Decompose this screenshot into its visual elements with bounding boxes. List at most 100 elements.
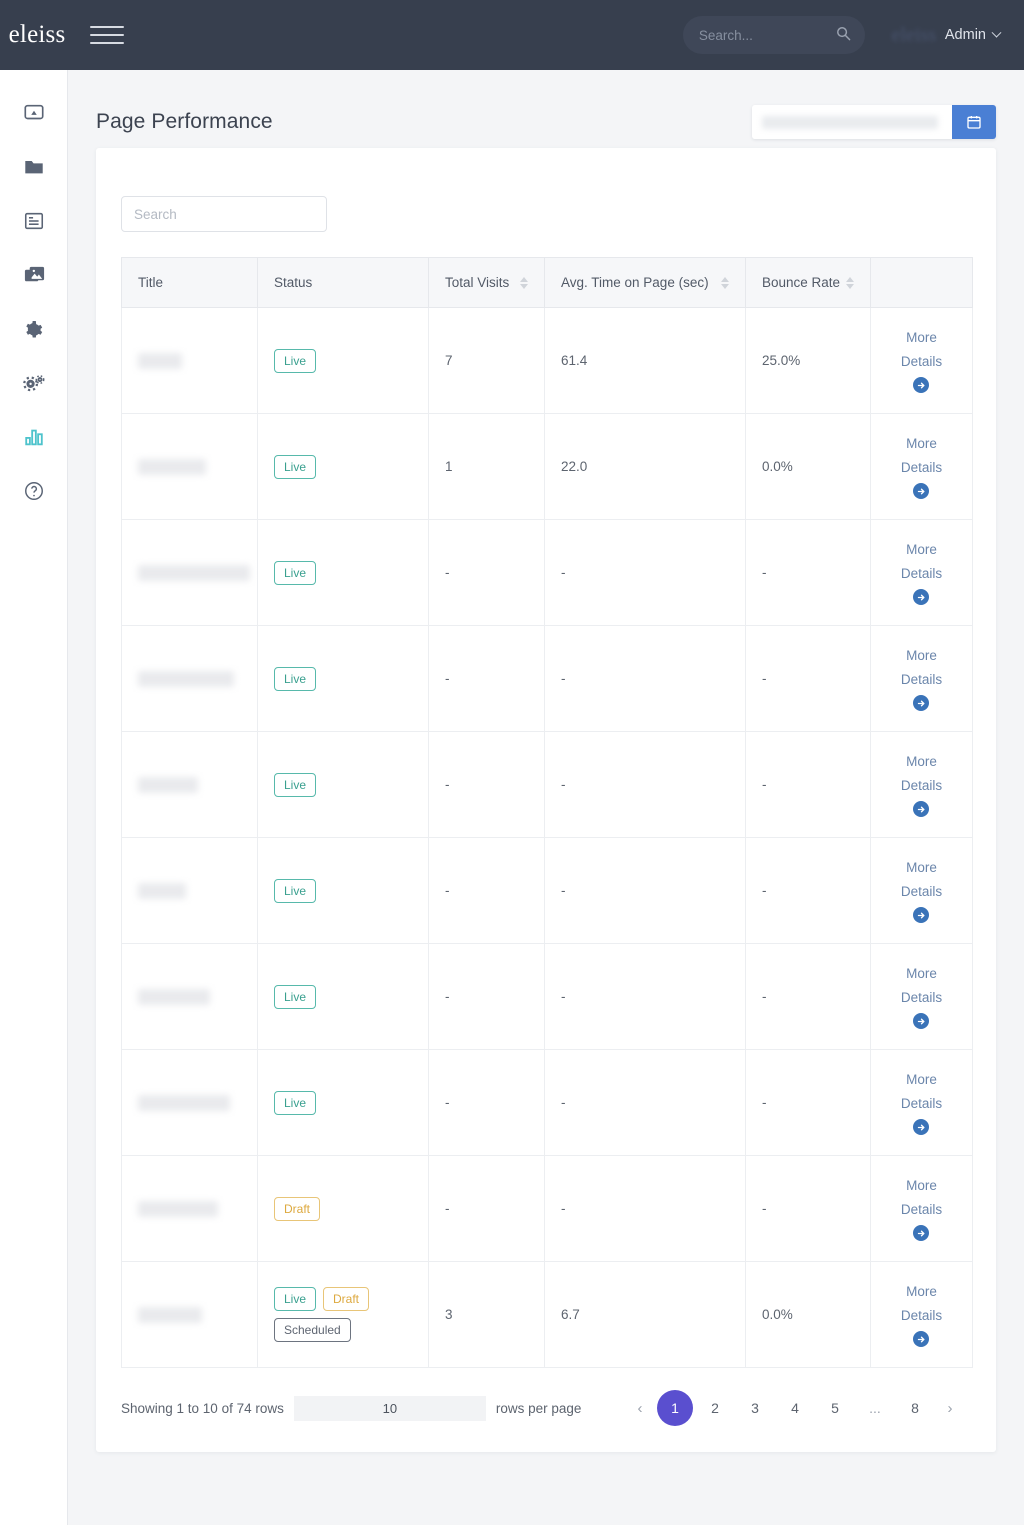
page-title: Page Performance — [96, 110, 273, 133]
main-content: Page Performance Search Title Status Tot… — [68, 70, 1024, 1525]
more-details-link[interactable]: More Details — [901, 1070, 942, 1136]
column-header-bounce-rate[interactable]: Bounce Rate — [745, 257, 871, 308]
more-details-link[interactable]: More Details — [901, 434, 942, 500]
more-details-link[interactable]: More Details — [901, 328, 942, 394]
more-details-link[interactable]: More Details — [901, 540, 942, 606]
sidebar-item-files[interactable] — [0, 140, 68, 194]
more-details-link[interactable]: More Details — [901, 964, 942, 1030]
cast-icon — [24, 104, 44, 120]
calendar-button[interactable] — [952, 105, 996, 139]
page-performance-table: Title Status Total Visits Avg. Time on P… — [121, 257, 973, 1368]
status-badge: Live — [274, 878, 317, 903]
cell-avg-time-on-page: 61.4 — [544, 307, 746, 414]
more-details-link[interactable]: More Details — [901, 752, 942, 818]
more-details-label: More — [906, 541, 937, 557]
cell-actions: More Details — [870, 519, 973, 626]
status-badge: Live — [274, 772, 317, 797]
cell-bounce-rate: - — [745, 837, 871, 944]
page-performance-card: Title Status Total Visits — [96, 148, 996, 1452]
table-row: Draft - - - More Details — [121, 1155, 973, 1262]
avatar[interactable]: eleiss — [891, 15, 937, 55]
status-badge-group: Live — [274, 984, 394, 1009]
sidebar-item-help[interactable] — [0, 464, 68, 518]
hamburger-menu-icon[interactable] — [90, 22, 124, 48]
global-search-box[interactable] — [682, 16, 865, 54]
sort-ascending-icon — [846, 276, 854, 282]
pagination-prev-button[interactable]: ‹ — [627, 1390, 653, 1426]
status-badge-group: Draft — [274, 1196, 394, 1221]
pagination-page-1[interactable]: 1 — [657, 1390, 693, 1426]
cell-total-visits: - — [428, 837, 545, 944]
app-logo[interactable]: eleiss — [0, 21, 72, 49]
more-details-link[interactable]: More Details — [901, 858, 942, 924]
cell-avg-time-on-page: 6.7 — [544, 1261, 746, 1368]
cell-total-visits: - — [428, 1049, 545, 1156]
pagination-page-3[interactable]: 3 — [737, 1390, 773, 1426]
table-row: Live 7 61.4 25.0% More Details — [121, 307, 973, 414]
cell-avg-time-on-page: 22.0 — [544, 413, 746, 520]
sort-toggle-icon[interactable] — [846, 276, 854, 289]
date-range-picker[interactable] — [752, 105, 996, 139]
global-search-input[interactable] — [698, 27, 829, 43]
column-header-avg-time-on-page[interactable]: Avg. Time on Page (sec) — [544, 257, 746, 308]
cell-bounce-rate: - — [745, 1049, 871, 1156]
more-details-label: Details — [900, 459, 943, 475]
arrow-right-circle-icon — [913, 801, 930, 818]
cell-actions: More Details — [870, 943, 973, 1050]
gear-icon — [25, 320, 42, 337]
sort-descending-icon — [846, 283, 854, 289]
sidebar-item-analytics[interactable] — [0, 410, 68, 464]
pagination-page-2[interactable]: 2 — [697, 1390, 733, 1426]
title-redacted — [138, 1306, 202, 1323]
pagination-page-4[interactable]: 4 — [777, 1390, 813, 1426]
sidebar-item-broadcast[interactable] — [0, 86, 68, 140]
pagination-page-5[interactable]: 5 — [817, 1390, 853, 1426]
rows-per-page-input[interactable] — [293, 1395, 486, 1421]
sort-toggle-icon[interactable] — [520, 276, 528, 289]
arrow-right-circle-icon — [913, 695, 930, 712]
column-label: Title — [138, 275, 164, 290]
cell-title — [121, 413, 258, 520]
cell-actions: More Details — [870, 1261, 973, 1368]
cell-avg-time-on-page: - — [544, 837, 746, 944]
sort-descending-icon — [520, 283, 528, 289]
table-search-input[interactable] — [121, 196, 327, 232]
cell-bounce-rate: - — [745, 519, 871, 626]
pagination-next-button[interactable]: › — [937, 1390, 963, 1426]
pagination-page-8[interactable]: 8 — [897, 1390, 933, 1426]
cell-bounce-rate: - — [745, 731, 871, 838]
cell-status: Live — [257, 413, 429, 520]
chevron-down-icon — [991, 27, 1002, 38]
column-header-total-visits[interactable]: Total Visits — [428, 257, 545, 308]
account-menu[interactable]: Admin — [944, 27, 1002, 43]
showing-rows-text: Showing 1 to 10 of 74 rows — [121, 1400, 284, 1416]
search-icon — [836, 27, 851, 41]
cell-bounce-rate: - — [745, 943, 871, 1050]
date-range-input[interactable] — [752, 105, 952, 139]
more-details-link[interactable]: More Details — [901, 1282, 942, 1348]
table-header-row: Title Status Total Visits Avg. Time on P… — [121, 257, 973, 308]
sidebar-item-configuration[interactable] — [0, 356, 68, 410]
cell-title — [121, 625, 258, 732]
sidebar-item-settings[interactable] — [0, 302, 68, 356]
more-details-link[interactable]: More Details — [901, 646, 942, 712]
more-details-label: More — [906, 965, 937, 981]
sort-toggle-icon[interactable] — [721, 276, 729, 289]
arrow-right-circle-icon — [913, 1013, 930, 1030]
cell-actions: More Details — [870, 837, 973, 944]
cell-total-visits: 3 — [428, 1261, 545, 1368]
more-details-label: More — [906, 329, 937, 345]
cell-actions: More Details — [870, 1155, 973, 1262]
sidebar-item-articles[interactable] — [0, 194, 68, 248]
account-name: Admin — [944, 27, 986, 43]
hamburger-bar — [90, 34, 124, 36]
more-details-link[interactable]: More Details — [901, 1176, 942, 1242]
cell-title — [121, 1049, 258, 1156]
title-redacted — [138, 988, 210, 1005]
folder-icon — [25, 161, 43, 174]
cell-actions: More Details — [870, 625, 973, 732]
status-badge-group: Live — [274, 560, 394, 585]
sidebar-item-media[interactable] — [0, 248, 68, 302]
more-details-label: Details — [900, 671, 943, 687]
table-row: Live - - - More Details — [121, 731, 973, 838]
